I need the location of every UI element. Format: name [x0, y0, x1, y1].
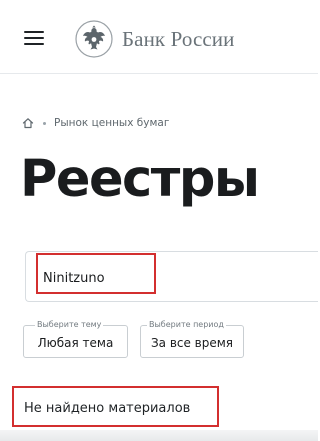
period-filter-select[interactable]: Выберите период За все время: [140, 320, 244, 358]
period-filter-legend: Выберите период: [147, 320, 226, 330]
breadcrumb: Рынок ценных бумаг: [22, 115, 169, 131]
bottom-edge: [0, 430, 318, 441]
bank-of-russia-emblem-icon[interactable]: [75, 20, 113, 58]
home-icon[interactable]: [22, 117, 34, 129]
hamburger-menu-icon[interactable]: [24, 31, 44, 45]
search-box: [25, 251, 318, 302]
breadcrumb-item-securities-market[interactable]: Рынок ценных бумаг: [54, 117, 169, 129]
breadcrumb-separator: [43, 121, 46, 125]
no-results-message: Не найдено материалов: [24, 401, 191, 416]
theme-filter-value: Любая тема: [37, 336, 114, 350]
search-input[interactable]: [43, 268, 293, 288]
logo-text[interactable]: Банк России: [122, 27, 234, 52]
theme-filter-legend: Выберите тему: [35, 320, 104, 330]
page-title: Реестры: [20, 150, 260, 209]
period-filter-value: За все время: [150, 336, 234, 350]
theme-filter-select[interactable]: Выберите тему Любая тема: [23, 320, 128, 358]
site-header: Банк России: [0, 0, 318, 74]
